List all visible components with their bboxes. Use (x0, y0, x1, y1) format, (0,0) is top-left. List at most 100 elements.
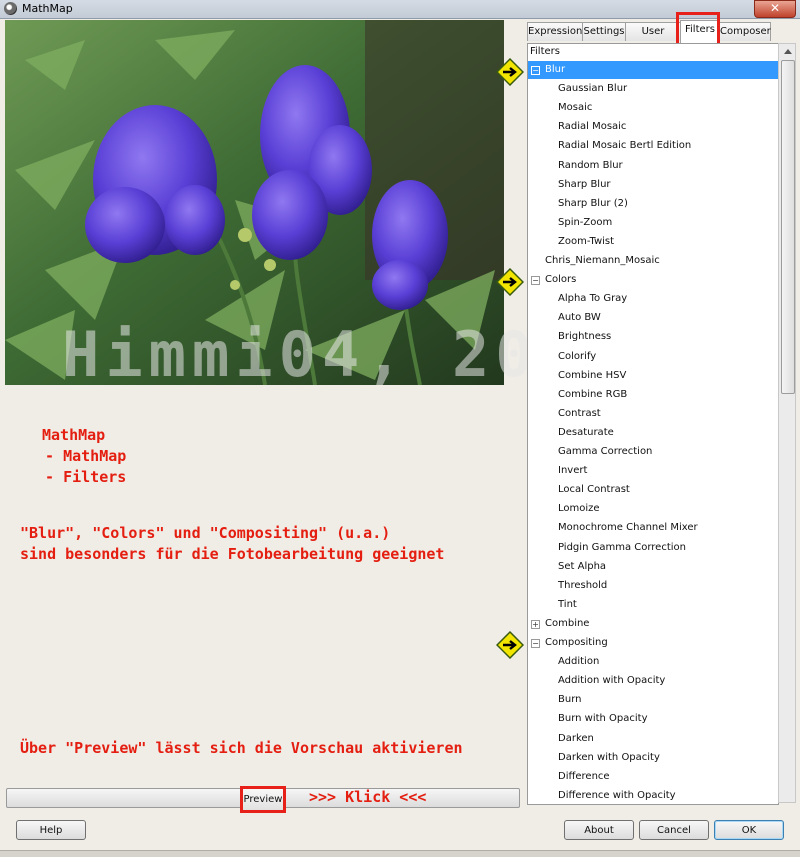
tree-item[interactable]: Colorify (528, 348, 778, 366)
gimp-app-icon (4, 2, 17, 15)
tree-item-label: Threshold (558, 579, 608, 591)
tree-item[interactable]: Lomoize (528, 500, 778, 518)
tree-item-label: Contrast (558, 407, 601, 419)
tree-item[interactable]: Combine RGB (528, 386, 778, 404)
tab-settings[interactable]: Settings (582, 22, 626, 41)
tab-composer[interactable]: Composer (719, 22, 771, 41)
tree-item[interactable]: Gamma Correction (528, 443, 778, 461)
tree-item[interactable]: Darken (528, 730, 778, 748)
tree-category[interactable]: − Compositing (528, 634, 778, 652)
note-line-1: "Blur", "Colors" und "Compositing" (u.a.… (20, 524, 391, 542)
tree-category[interactable]: Chris_Niemann_Mosaic (528, 252, 778, 270)
tree-item-label: Colors (545, 274, 577, 286)
tree-item-label: Desaturate (558, 426, 614, 438)
tree-item-label: Combine (545, 617, 590, 629)
tree-item-label: Burn (558, 694, 582, 706)
tree-item-label: Addition (558, 656, 600, 668)
filters-tree[interactable]: Filters − Blur Gaussian Blur Mosaic Radial M… (527, 43, 779, 805)
tree-item-label: Set Alpha (558, 560, 607, 572)
menu-path-line-2: - MathMap (36, 447, 127, 465)
tree-item[interactable]: Pidgin Gamma Correction (528, 539, 778, 557)
tree-item[interactable]: Desaturate (528, 424, 778, 442)
note-line-2: sind besonders für die Fotobearbeitung g… (20, 545, 445, 563)
tree-item[interactable]: Set Alpha (528, 558, 778, 576)
tab-user-values[interactable]: User Values (625, 22, 681, 55)
tree-item[interactable]: Difference (528, 768, 778, 786)
tree-item[interactable]: Difference with Opacity (528, 787, 778, 804)
tree-item-label: Tint (558, 598, 577, 610)
tree-item-label: Darken (558, 732, 594, 744)
tree-item[interactable]: Burn with Opacity (528, 710, 778, 728)
close-window-button[interactable]: ✕ (754, 0, 796, 18)
tree-item-label: Zoom-Twist (558, 235, 615, 247)
tree-item-label: Darken with Opacity (558, 751, 660, 763)
collapse-icon[interactable]: − (531, 639, 540, 648)
collapse-icon[interactable]: − (531, 66, 540, 75)
menu-path-line-1: MathMap (42, 426, 106, 444)
tree-item-label: Combine RGB (558, 388, 628, 400)
tree-item[interactable]: Alpha To Gray (528, 290, 778, 308)
tree-item[interactable]: Sharp Blur (2) (528, 195, 778, 213)
tree-item-label: Gamma Correction (558, 446, 653, 457)
preview-button[interactable]: Preview (240, 786, 286, 813)
tree-category[interactable]: − Colors (528, 271, 778, 289)
arrow-marker-icon (496, 58, 524, 86)
tree-item[interactable]: Sharp Blur (528, 176, 778, 194)
tree-item[interactable]: Radial Mosaic (528, 118, 778, 136)
tree-header: Filters (530, 46, 560, 57)
tree-category[interactable]: + Combine (528, 615, 778, 633)
tab-expression[interactable]: Expression (527, 22, 583, 41)
expand-icon[interactable]: + (531, 619, 540, 629)
collapse-icon[interactable]: − (531, 276, 540, 286)
tree-item[interactable]: Invert (528, 462, 778, 480)
tree-item[interactable]: Zoom-Twist (528, 233, 778, 251)
tree-item[interactable]: Tint (528, 596, 778, 614)
tree-item-label: Addition with Opacity (558, 675, 666, 687)
arrow-marker-icon (496, 631, 524, 659)
tree-item-label: Colorify (558, 350, 597, 362)
click-note: >>> Klick <<< (309, 788, 427, 806)
tree-item-label: Blur (545, 64, 566, 75)
tree-item[interactable]: Mosaic (528, 99, 778, 117)
tree-item-label: Random Blur (558, 159, 623, 171)
tree-item[interactable]: Monochrome Channel Mixer (528, 519, 778, 537)
tree-item[interactable]: Spin-Zoom (528, 214, 778, 232)
preview-note: Über "Preview" lässt sich die Vorschau a… (20, 739, 463, 757)
tree-item-label: Mosaic (558, 102, 593, 114)
tree-item-label: Difference with Opacity (558, 789, 676, 801)
tree-scrollbar[interactable] (778, 43, 796, 803)
tree-item[interactable]: Addition (528, 653, 778, 671)
tree-item-label: Sharp Blur (558, 178, 611, 190)
tree-item[interactable]: Combine HSV (528, 367, 778, 385)
about-button[interactable]: About (564, 820, 634, 840)
tree-item-label: Combine HSV (558, 369, 627, 381)
tree-item[interactable]: Radial Mosaic Bertl Edition (528, 137, 778, 155)
tree-item[interactable]: Local Contrast (528, 481, 778, 499)
tree-item-label: Monochrome Channel Mixer (558, 522, 698, 534)
tree-item-label: Sharp Blur (2) (558, 197, 628, 209)
scroll-up-icon[interactable] (784, 49, 792, 54)
tree-item[interactable]: Random Blur (528, 157, 778, 175)
tree-item-label: Radial Mosaic Bertl Edition (558, 140, 692, 152)
ok-button[interactable]: OK (714, 820, 784, 840)
tree-item-label: Invert (558, 465, 588, 477)
cancel-button[interactable]: Cancel (639, 820, 709, 840)
tree-item-label: Auto BW (558, 312, 601, 324)
tree-item[interactable]: Gaussian Blur (528, 80, 778, 98)
tree-item-label: Difference (558, 770, 610, 782)
tree-item-label: Chris_Niemann_Mosaic (545, 255, 660, 266)
tree-item[interactable]: Addition with Opacity (528, 672, 778, 690)
tree-item[interactable]: Burn (528, 691, 778, 709)
tree-item-label: Gaussian Blur (558, 83, 628, 95)
scrollbar-thumb[interactable] (781, 60, 795, 394)
tree-item[interactable]: Threshold (528, 577, 778, 595)
menu-path-line-3: - Filters (36, 468, 127, 486)
help-button[interactable]: Help (16, 820, 86, 840)
tree-item[interactable]: Auto BW (528, 309, 778, 327)
tree-item-label: Lomoize (558, 503, 600, 515)
tree-category[interactable]: − Blur (528, 61, 778, 79)
tree-item[interactable]: Darken with Opacity (528, 749, 778, 767)
tree-item[interactable]: Contrast (528, 405, 778, 423)
tree-item[interactable]: Brightness (528, 328, 778, 346)
tree-item-label: Local Contrast (558, 484, 630, 496)
